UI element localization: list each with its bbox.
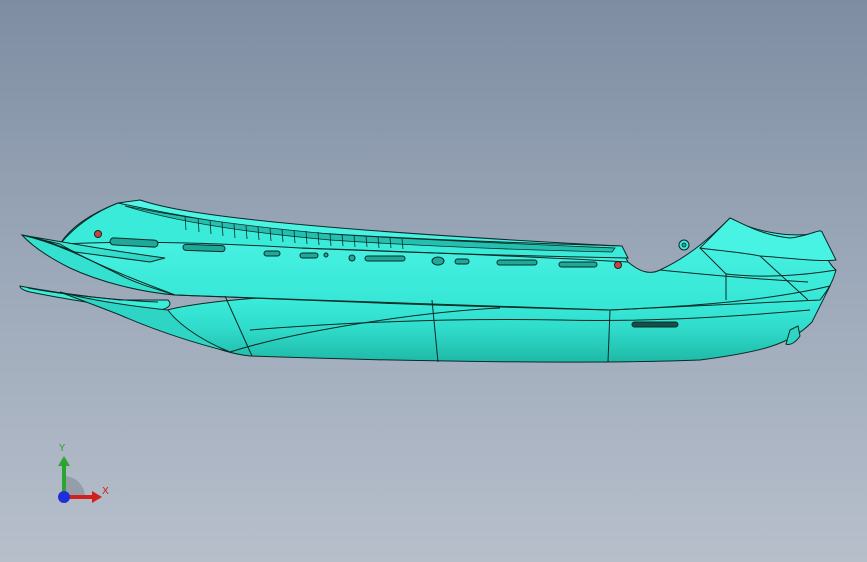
x-axis-arrowhead — [92, 491, 102, 503]
cad-model[interactable] — [0, 0, 867, 562]
graphics-viewport[interactable]: Y X — [0, 0, 867, 562]
y-axis-label: Y — [59, 443, 66, 454]
y-axis-arrowhead — [58, 456, 70, 466]
x-axis-label: X — [102, 486, 109, 497]
rear-mount-hole — [681, 242, 687, 248]
z-axis-dot — [58, 491, 70, 503]
rear-slot — [631, 321, 679, 328]
view-triad: Y X — [40, 438, 120, 518]
